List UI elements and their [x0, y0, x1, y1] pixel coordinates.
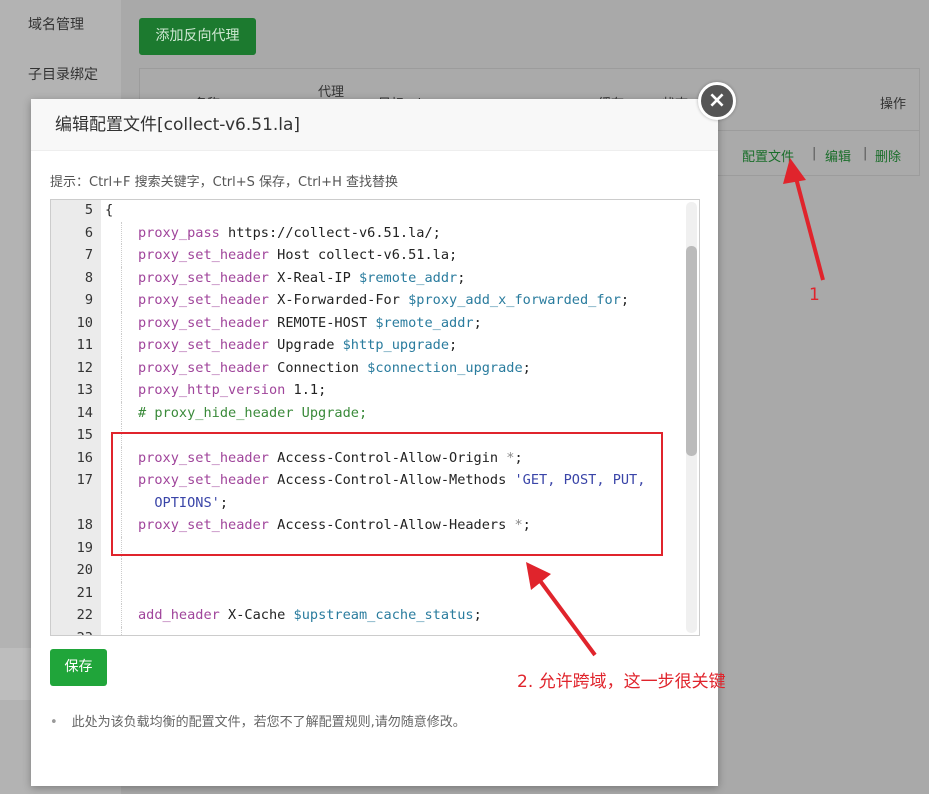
annotation-step-2: 2. 允许跨域，这一步很关键: [517, 672, 726, 692]
annotation-step-1: 1: [809, 285, 820, 305]
arrow-1: [783, 158, 825, 281]
arrow-2: [526, 562, 597, 657]
annotation-arrows: [526, 158, 825, 657]
